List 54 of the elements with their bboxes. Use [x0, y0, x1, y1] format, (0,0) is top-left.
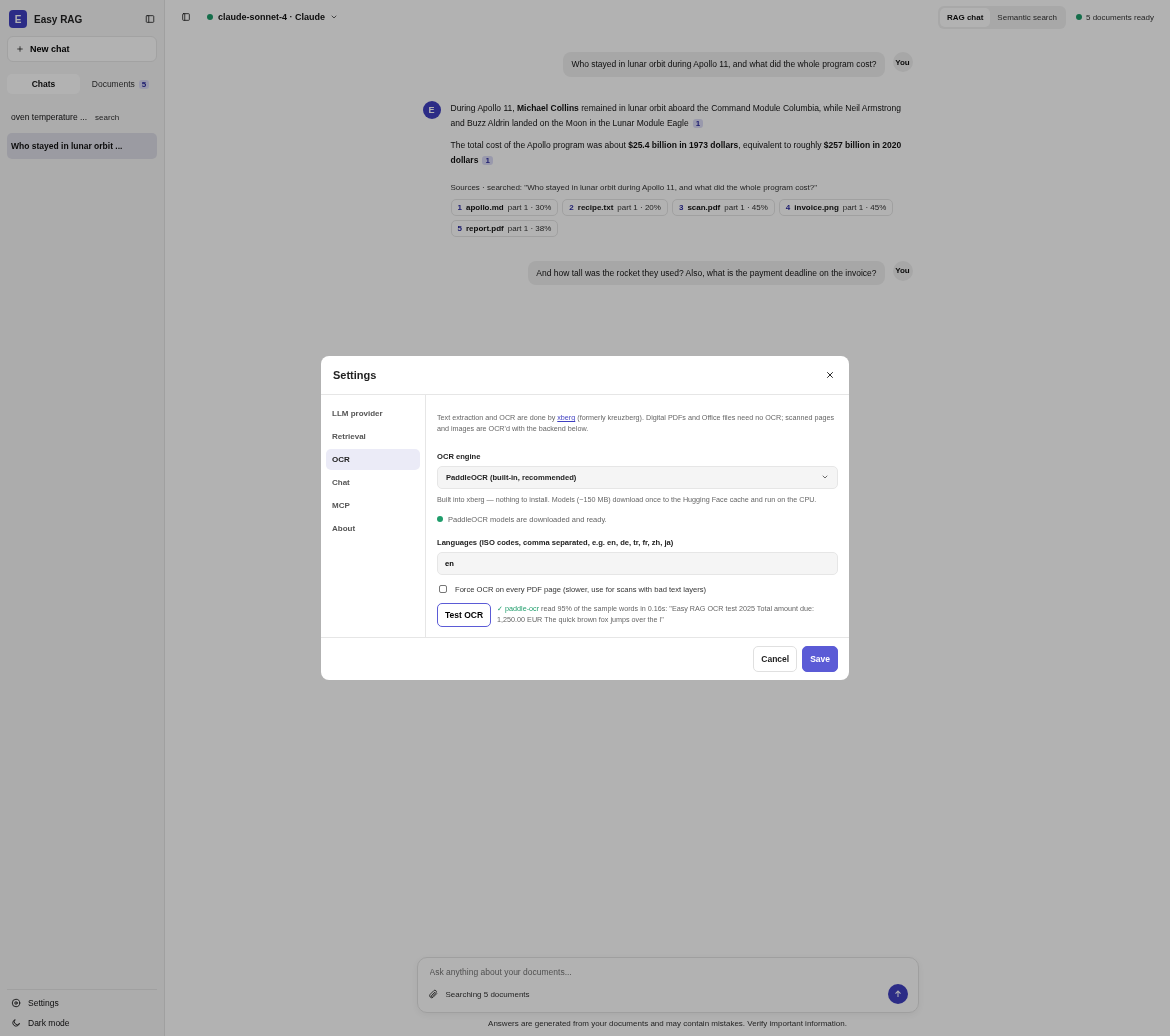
app-logo: E [9, 10, 27, 28]
source-chip[interactable]: 4 invoice.png part 1 · 45% [778, 198, 894, 216]
close-icon [825, 370, 835, 381]
user-avatar: You [892, 260, 913, 281]
sidebar-toggle-icon [145, 14, 155, 24]
test-ocr-button[interactable]: Test OCR [437, 602, 492, 627]
count-badge: 5 [138, 79, 150, 89]
source-chip[interactable]: 2 recipe.txt part 1 · 20% [562, 198, 668, 216]
mode-tab[interactable]: RAG chat [939, 7, 991, 27]
settings-icon [11, 998, 21, 1008]
sidebar-footer-item[interactable]: Dark mode [7, 1018, 157, 1028]
conversation-item[interactable]: oven temperature ... search [7, 104, 157, 130]
assistant-avatar: E [422, 100, 441, 119]
source-chip[interactable]: 3 scan.pdf part 1 · 45% [671, 198, 775, 216]
paperclip-icon [427, 989, 438, 999]
source-chip[interactable]: 5 report.pdf part 1 · 38% [450, 219, 559, 237]
arrow-up-icon [892, 989, 903, 999]
settings-nav-item[interactable]: About [326, 518, 420, 540]
settings-nav-item[interactable]: Retrieval [326, 426, 420, 448]
sidebar-tab[interactable]: Documents 5 [84, 74, 157, 94]
chat-tag: search [95, 112, 120, 122]
new-chat-button[interactable]: New chat [7, 36, 157, 62]
settings-nav-item[interactable]: Chat [326, 472, 420, 494]
answer-paragraph: The total cost of the Apollo program was about $25.4 billion in 1973 dollars, equivalent to roughly $257 billion in 2020 dollars 1 [450, 138, 903, 167]
app-name: Easy RAG [34, 13, 84, 25]
chevron-down-icon [330, 13, 338, 21]
sidebar-footer-item[interactable]: Settings [7, 998, 157, 1008]
plus-icon [16, 45, 24, 53]
conversation-item[interactable]: Who stayed in lunar orbit ... [7, 133, 157, 159]
mode-tab[interactable]: Semantic search [990, 7, 1064, 27]
send-button[interactable] [887, 984, 908, 1004]
conversation-title: Who stayed in lunar orbit ... [11, 141, 123, 151]
sidebar-tab[interactable]: Chats [7, 74, 80, 94]
answer-paragraph: During Apollo 11, Michael Collins remained in lunar orbit aboard the Command Module Columbia, while Neil Armstrong and Buzz Aldrin landed on the Moon in the Lunar Module Eagle 1 [450, 101, 903, 130]
message-input[interactable]: Ask anything about your documents... [427, 966, 908, 978]
menu-icon [181, 12, 191, 22]
settings-nav-item[interactable]: OCR [326, 449, 420, 471]
save-button[interactable]: Save [802, 645, 838, 672]
user-message: Who stayed in lunar orbit during Apollo 11, and what did the whole program cost? [563, 52, 885, 77]
conversation-title: oven temperature ... [11, 112, 88, 122]
source-chip[interactable]: 1 apollo.md part 1 · 30% [450, 198, 559, 216]
sources-label: Sources · searched: "Who stayed in lunar orbit during Apollo 11, and what did the whole program cost?" [450, 182, 819, 192]
cancel-button[interactable]: Cancel [753, 645, 798, 672]
settings-nav-item[interactable]: MCP [326, 495, 420, 517]
settings-nav-item[interactable]: LLM provider [326, 403, 420, 425]
documents-status: 5 documents ready [1075, 12, 1154, 22]
model-selector[interactable]: claude-sonnet-4 · Claude [201, 11, 344, 23]
disclaimer: Answers are generated from your documents and may contain mistakes. Verify important information. [487, 1018, 848, 1030]
force-ocr-checkbox[interactable] [439, 585, 447, 594]
user-message: And how tall was the rocket they used? Also, what is the payment deadline on the invoice? [528, 260, 885, 286]
search-scope: Searching 5 documents [445, 989, 531, 999]
user-avatar: You [892, 52, 913, 72]
dialog-title: Settings [333, 369, 377, 382]
moon-icon [11, 1018, 21, 1028]
